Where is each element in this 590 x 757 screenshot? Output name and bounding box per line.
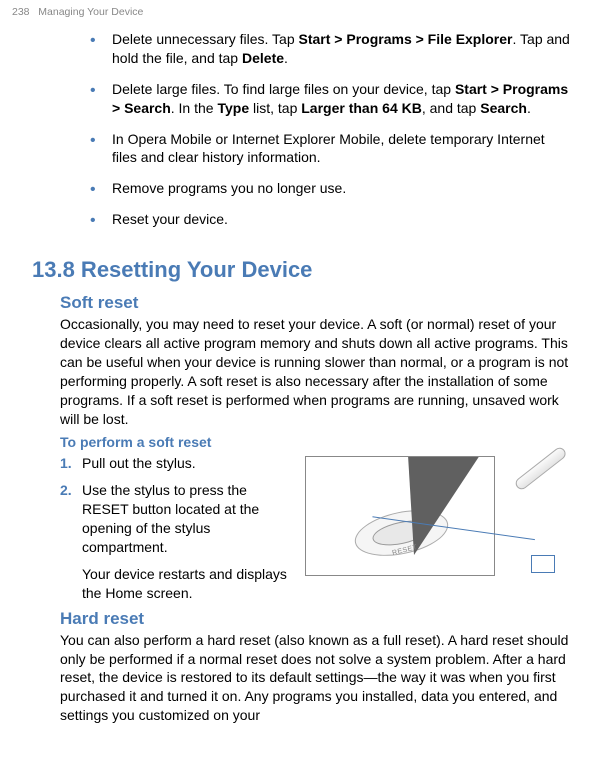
- text-bold: Delete: [242, 50, 284, 66]
- procedure-heading: To perform a soft reset: [60, 434, 570, 450]
- reset-diagram: RESET: [305, 456, 575, 591]
- step-item: 1. Pull out the stylus.: [60, 454, 295, 473]
- list-item: Delete large files. To find large files …: [90, 80, 570, 118]
- text-fragment: Remove programs you no longer use.: [112, 180, 346, 196]
- page-header: 238 Managing Your Device: [12, 6, 143, 18]
- text-fragment: . In the: [171, 100, 218, 116]
- text-bold: Larger than 64 KB: [301, 100, 422, 116]
- steps-column: 1. Pull out the stylus. 2. Use the stylu…: [60, 454, 295, 608]
- soft-reset-heading: Soft reset: [60, 293, 570, 313]
- tips-list: Delete unnecessary files. Tap Start > Pr…: [60, 30, 570, 229]
- soft-reset-body: Occasionally, you may need to reset your…: [60, 315, 570, 428]
- text-fragment: In Opera Mobile or Internet Explorer Mob…: [112, 131, 545, 166]
- list-item: Delete unnecessary files. Tap Start > Pr…: [90, 30, 570, 68]
- step-text: Pull out the stylus.: [82, 454, 295, 473]
- text-fragment: Delete unnecessary files. Tap: [112, 31, 299, 47]
- steps-and-image-row: 1. Pull out the stylus. 2. Use the stylu…: [60, 454, 570, 608]
- chapter-title: Managing Your Device: [38, 6, 143, 18]
- text-fragment: Reset your device.: [112, 211, 228, 227]
- callout-highlight-box: [531, 555, 555, 573]
- device-side-view: [497, 471, 577, 581]
- list-item: Remove programs you no longer use.: [90, 179, 570, 198]
- page-content: Delete unnecessary files. Tap Start > Pr…: [0, 0, 590, 725]
- page-number: 238: [12, 6, 30, 18]
- step-note: Your device restarts and displays the Ho…: [60, 565, 295, 603]
- hard-reset-body: You can also perform a hard reset (also …: [60, 631, 570, 725]
- text-fragment: .: [527, 100, 531, 116]
- text-fragment: .: [284, 50, 288, 66]
- section-heading: 13.8 Resetting Your Device: [32, 257, 570, 283]
- text-bold: Search: [480, 100, 527, 116]
- image-column: RESET: [295, 454, 575, 591]
- step-number: 1.: [60, 454, 82, 473]
- text-bold: Type: [217, 100, 249, 116]
- step-item: 2. Use the stylus to press the RESET but…: [60, 481, 295, 557]
- step-number: 2.: [60, 481, 82, 557]
- step-text: Use the stylus to press the RESET button…: [82, 481, 295, 557]
- text-fragment: list, tap: [249, 100, 301, 116]
- stylus-body-icon: [513, 446, 568, 492]
- text-fragment: Delete large files. To find large files …: [112, 81, 455, 97]
- text-fragment: , and tap: [422, 100, 480, 116]
- list-item: In Opera Mobile or Internet Explorer Mob…: [90, 130, 570, 168]
- text-bold: Start > Programs > File Explorer: [299, 31, 513, 47]
- list-item: Reset your device.: [90, 210, 570, 229]
- reset-closeup-box: RESET: [305, 456, 495, 576]
- hard-reset-heading: Hard reset: [60, 609, 570, 629]
